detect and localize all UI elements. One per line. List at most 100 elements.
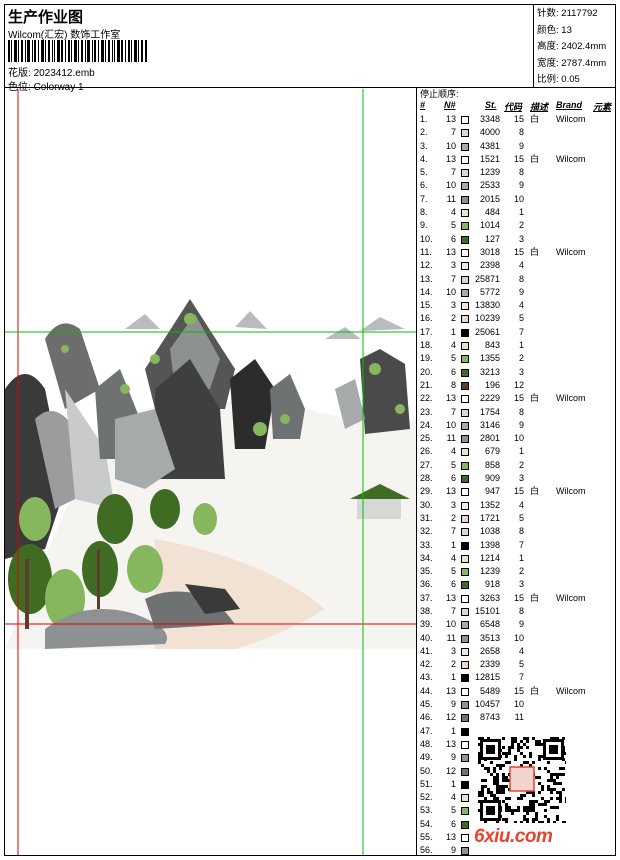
legend-row: 10. 6 127 3 bbox=[418, 233, 616, 246]
needle-number: 5 bbox=[450, 220, 456, 231]
color-code: 8 bbox=[518, 526, 524, 537]
legend-row: 26. 4 679 1 bbox=[418, 445, 616, 458]
legend-row: 22. 13 2229 15 白 Wilcom bbox=[418, 392, 616, 405]
stop-number: 9. bbox=[420, 220, 428, 231]
header-element: 元素 bbox=[593, 102, 612, 112]
needle-number: 4 bbox=[450, 792, 456, 803]
stop-number: 52. bbox=[420, 792, 433, 803]
stitch-count: 1754 bbox=[479, 406, 500, 417]
header-desc: 描述 bbox=[530, 102, 549, 112]
color-swatch bbox=[461, 116, 469, 124]
color-swatch bbox=[461, 421, 469, 430]
stitch-count: 484 bbox=[484, 207, 500, 218]
stop-number: 45. bbox=[420, 699, 433, 710]
color-swatch bbox=[461, 475, 469, 484]
color-code: 10 bbox=[513, 699, 524, 710]
stitch-count: 1038 bbox=[479, 526, 500, 537]
stop-number: 14. bbox=[420, 286, 433, 297]
page-title: 生产作业图 bbox=[8, 9, 84, 26]
stop-number: 35. bbox=[420, 566, 433, 577]
color-code: 10 bbox=[513, 193, 524, 204]
needle-number: 7 bbox=[450, 605, 456, 616]
needle-number: 1 bbox=[450, 778, 456, 789]
stitch-count: 1239 bbox=[479, 566, 500, 577]
color-swatch bbox=[461, 288, 469, 297]
color-code: 15 bbox=[513, 486, 524, 497]
color-swatch bbox=[461, 129, 469, 138]
needle-number: 10 bbox=[445, 286, 456, 297]
stitch-count: 25061 bbox=[474, 326, 500, 337]
color-swatch bbox=[461, 302, 469, 311]
stop-number: 54. bbox=[420, 818, 433, 829]
legend-row: 33. 1 1398 7 bbox=[418, 539, 616, 552]
color-code: 8 bbox=[518, 406, 524, 417]
stitch-count: 1521 bbox=[479, 153, 500, 164]
needle-number: 4 bbox=[450, 207, 456, 218]
stop-number: 41. bbox=[420, 645, 433, 656]
needle-number: 7 bbox=[450, 167, 456, 178]
needle-number: 3 bbox=[450, 260, 456, 271]
color-code: 15 bbox=[513, 393, 524, 404]
color-swatch bbox=[461, 554, 469, 563]
color-code: 8 bbox=[518, 127, 524, 138]
needle-number: 7 bbox=[450, 526, 456, 537]
stitch-count: 2229 bbox=[479, 393, 500, 404]
needle-number: 3 bbox=[450, 499, 456, 510]
color-code: 12 bbox=[513, 379, 524, 390]
needle-number: 1 bbox=[450, 725, 456, 736]
color-swatch bbox=[461, 794, 469, 803]
studio-name: Wilcom(汇宏) 数饰工作室 bbox=[8, 30, 121, 41]
needle-number: 6 bbox=[450, 818, 456, 829]
color-description: 白 bbox=[530, 114, 540, 124]
legend-row: 40. 11 3513 10 bbox=[418, 632, 616, 645]
legend-row: 17. 1 25061 7 bbox=[418, 326, 616, 339]
header-brand: Brand bbox=[556, 100, 583, 110]
color-swatch bbox=[461, 807, 469, 816]
stop-number: 13. bbox=[420, 273, 433, 284]
stop-number: 42. bbox=[420, 659, 433, 670]
stitch-count: 3018 bbox=[479, 246, 500, 257]
color-code: 2 bbox=[518, 459, 524, 470]
stitch-count: 13830 bbox=[474, 300, 500, 311]
needle-number: 2 bbox=[450, 512, 456, 523]
color-swatch bbox=[461, 209, 469, 218]
color-code: 5 bbox=[518, 512, 524, 523]
legend-header: # N# St. 代码 描述 Brand 元素 bbox=[418, 100, 616, 113]
legend-row: 35. 5 1239 2 bbox=[418, 565, 616, 578]
needle-number: 10 bbox=[445, 140, 456, 151]
color-swatch bbox=[461, 222, 469, 231]
stop-number: 44. bbox=[420, 685, 433, 696]
legend-row: 42. 2 2339 5 bbox=[418, 658, 616, 671]
color-code: 2 bbox=[518, 566, 524, 577]
needle-number: 10 bbox=[445, 180, 456, 191]
stitch-count: 1214 bbox=[479, 552, 500, 563]
stat-width: 宽度: 2787.4mm bbox=[537, 57, 607, 69]
color-swatch bbox=[461, 248, 469, 257]
color-swatch bbox=[461, 315, 469, 324]
legend-row: 5. 7 1239 8 bbox=[418, 166, 616, 179]
thread-brand: Wilcom bbox=[556, 592, 586, 603]
color-description: 白 bbox=[530, 592, 540, 603]
stop-number: 29. bbox=[420, 486, 433, 497]
stitch-count: 10457 bbox=[474, 699, 500, 710]
stat-colors: 颜色: 13 bbox=[537, 24, 572, 36]
stop-number: 49. bbox=[420, 752, 433, 763]
needle-number: 13 bbox=[445, 486, 456, 497]
color-code: 4 bbox=[518, 300, 524, 311]
needle-number: 13 bbox=[445, 685, 456, 696]
color-swatch bbox=[461, 594, 469, 603]
needle-number: 3 bbox=[450, 645, 456, 656]
color-description: 白 bbox=[530, 685, 540, 696]
needle-number: 6 bbox=[450, 366, 456, 377]
legend-row: 34. 4 1214 1 bbox=[418, 552, 616, 565]
stitch-count: 1352 bbox=[479, 499, 500, 510]
stitch-count: 15101 bbox=[474, 605, 500, 616]
needle-number: 10 bbox=[445, 619, 456, 630]
color-swatch bbox=[461, 701, 469, 710]
stop-number: 33. bbox=[420, 539, 433, 550]
legend-row: 9. 5 1014 2 bbox=[418, 219, 616, 232]
stitch-count: 1398 bbox=[479, 539, 500, 550]
stitch-count: 5772 bbox=[479, 286, 500, 297]
stop-number: 23. bbox=[420, 406, 433, 417]
stitch-count: 2658 bbox=[479, 645, 500, 656]
